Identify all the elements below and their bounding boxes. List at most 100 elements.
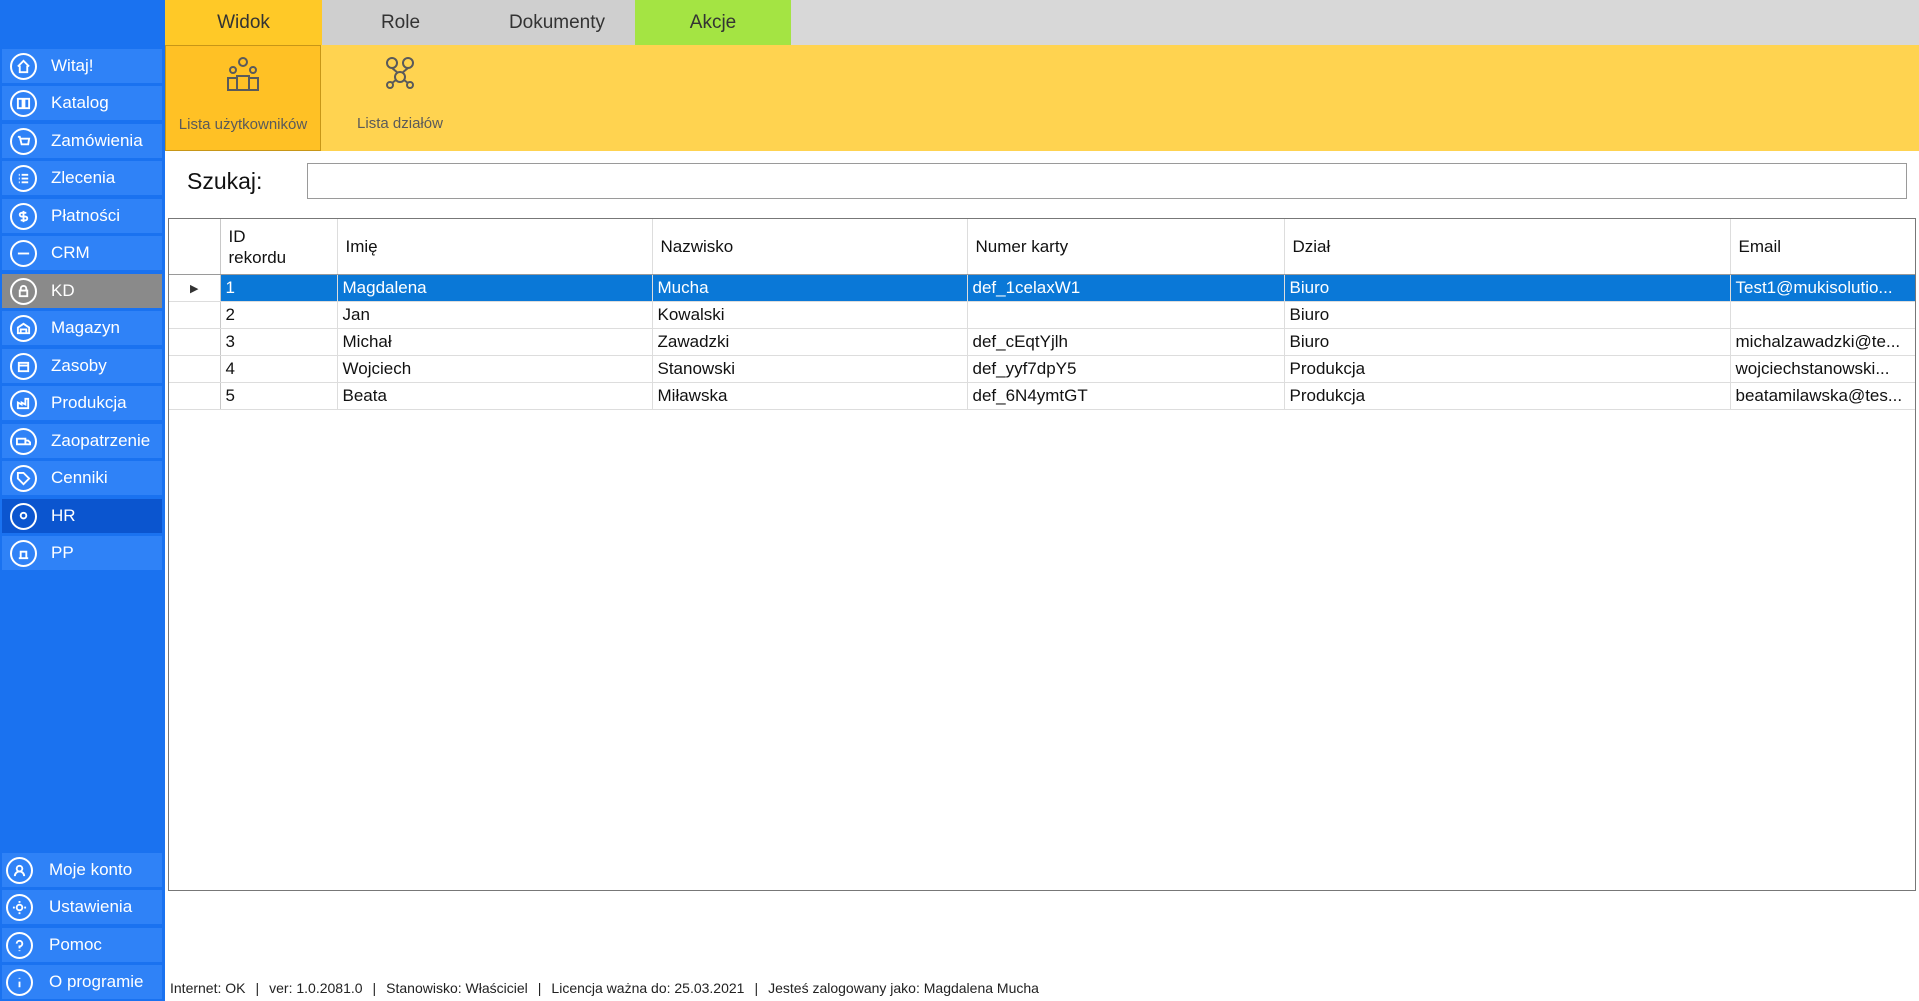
ribbon: Lista użytkowników Lista działów	[165, 45, 1919, 151]
table-row[interactable]: ▶ 1 Magdalena Mucha def_1celaxW1 Biuro T…	[169, 274, 1915, 302]
sidebar-item-label: O programie	[49, 972, 144, 991]
sidebar-item-label: Moje konto	[49, 860, 133, 879]
tab-dokumenty[interactable]: Dokumenty	[479, 0, 635, 45]
cell-id[interactable]: 4	[220, 355, 338, 383]
sidebar-item-ustawienia[interactable]: Ustawienia	[2, 890, 162, 924]
sidebar-item-cenniki[interactable]: Cenniki	[2, 461, 162, 495]
sidebar-item-zamowienia[interactable]: Zamówienia	[2, 124, 162, 158]
column-header-email[interactable]: Email	[1730, 219, 1915, 275]
sidebar-item-pp[interactable]: PP	[2, 536, 162, 570]
book-icon	[10, 89, 37, 117]
sidebar-item-pomoc[interactable]: Pomoc	[2, 928, 162, 962]
sidebar-item-label: Witaj!	[51, 56, 94, 75]
sidebar-item-moje-konto[interactable]: Moje konto	[2, 853, 162, 887]
cell-nazwisko[interactable]: Miławska	[652, 382, 968, 410]
sidebar-item-label: Produkcja	[51, 393, 127, 412]
table-row[interactable]: 3 Michał Zawadzki def_cEqtYjlh Biuro mic…	[169, 328, 1915, 356]
cell-numer-karty[interactable]: def_cEqtYjlh	[967, 328, 1285, 356]
cell-imie[interactable]: Magdalena	[337, 274, 653, 302]
user-list-button[interactable]: Lista użytkowników	[165, 45, 321, 151]
cell-email[interactable]: wojciechstanowski...	[1730, 355, 1915, 383]
cell-dzial[interactable]: Produkcja	[1284, 382, 1731, 410]
status-user: Jesteś zalogowany jako: Magdalena Mucha	[768, 980, 1039, 996]
tab-widok[interactable]: Widok	[165, 0, 322, 45]
cell-nazwisko[interactable]: Mucha	[652, 274, 968, 302]
user-badge-icon	[10, 502, 37, 530]
row-header-cell[interactable]	[169, 328, 221, 356]
sidebar-item-label: Cenniki	[51, 468, 108, 487]
column-header-dzial[interactable]: Dział	[1284, 219, 1731, 275]
table-row[interactable]: 5 Beata Miławska def_6N4ymtGT Produkcja …	[169, 382, 1915, 410]
cell-numer-karty[interactable]: def_yyf7dpY5	[967, 355, 1285, 383]
cell-imie[interactable]: Beata	[337, 382, 653, 410]
column-header-imie[interactable]: Imię	[337, 219, 653, 275]
status-licencja: Licencja ważna do: 25.03.2021	[551, 980, 745, 996]
cell-id[interactable]: 5	[220, 382, 338, 410]
cell-id[interactable]: 2	[220, 301, 338, 329]
row-header-cell[interactable]	[169, 382, 221, 410]
cell-id[interactable]: 3	[220, 328, 338, 356]
column-header-numer-karty[interactable]: Numer karty	[967, 219, 1285, 275]
cell-nazwisko[interactable]: Zawadzki	[652, 328, 968, 356]
sidebar-item-witaj[interactable]: Witaj!	[2, 49, 162, 83]
sidebar-item-kd[interactable]: KD	[2, 274, 162, 308]
cell-imie[interactable]: Michał	[337, 328, 653, 356]
cell-imie[interactable]: Wojciech	[337, 355, 653, 383]
sidebar-item-magazyn[interactable]: Magazyn	[2, 311, 162, 345]
sidebar-item-zaopatrzenie[interactable]: Zaopatrzenie	[2, 424, 162, 458]
tab-role[interactable]: Role	[322, 0, 479, 45]
sidebar-item-zasoby[interactable]: Zasoby	[2, 349, 162, 383]
sidebar-item-produkcja[interactable]: Produkcja	[2, 386, 162, 420]
cell-numer-karty[interactable]: def_1celaxW1	[967, 274, 1285, 302]
row-header-cell[interactable]	[169, 355, 221, 383]
cell-email[interactable]: Test1@mukisolutio...	[1730, 274, 1915, 302]
lock-icon	[10, 277, 37, 305]
tab-akcje[interactable]: Akcje	[635, 0, 791, 45]
row-header-cell[interactable]	[169, 301, 221, 329]
cell-dzial[interactable]: Biuro	[1284, 328, 1731, 356]
column-header-id[interactable]: ID rekordu	[220, 219, 338, 275]
sidebar-item-label: Zaopatrzenie	[51, 431, 151, 450]
cell-email[interactable]: michalzawadzki@te...	[1730, 328, 1915, 356]
warehouse-icon	[10, 314, 37, 342]
sidebar-item-platnosci[interactable]: Płatności	[2, 199, 162, 233]
search-label: Szukaj:	[187, 168, 263, 194]
cell-id[interactable]: 1	[220, 274, 338, 302]
sidebar: Witaj! Katalog Zamówienia Zlecenia Płatn…	[0, 0, 165, 1001]
cell-dzial[interactable]: Biuro	[1284, 301, 1731, 329]
cell-dzial[interactable]: Biuro	[1284, 274, 1731, 302]
sidebar-item-crm[interactable]: CRM	[2, 236, 162, 270]
sidebar-item-katalog[interactable]: Katalog	[2, 86, 162, 120]
cell-nazwisko[interactable]: Kowalski	[652, 301, 968, 329]
cell-dzial[interactable]: Produkcja	[1284, 355, 1731, 383]
cell-imie[interactable]: Jan	[337, 301, 653, 329]
department-list-label: Lista działów	[357, 115, 443, 132]
department-list-button[interactable]: Lista działów	[325, 45, 475, 151]
cell-email[interactable]: beatamilawska@tes...	[1730, 382, 1915, 410]
sidebar-item-o-programie[interactable]: O programie	[2, 965, 162, 999]
sidebar-item-zlecenia[interactable]: Zlecenia	[2, 161, 162, 195]
cell-email[interactable]	[1730, 301, 1915, 329]
table-row[interactable]: 4 Wojciech Stanowski def_yyf7dpY5 Produk…	[169, 355, 1915, 383]
cell-nazwisko[interactable]: Stanowski	[652, 355, 968, 383]
users-table: ID rekordu Imię Nazwisko Numer karty Dzia…	[168, 218, 1916, 891]
table-row[interactable]: 2 Jan Kowalski Biuro	[169, 301, 1915, 329]
sidebar-item-label: Płatności	[51, 206, 120, 225]
sidebar-item-label: Zlecenia	[51, 168, 116, 187]
pp-icon	[10, 539, 37, 567]
sidebar-item-label: KD	[51, 281, 75, 300]
status-separator: |	[372, 980, 377, 996]
sidebar-item-label: Katalog	[51, 93, 109, 112]
search-input[interactable]	[307, 163, 1907, 199]
status-bar: Internet: OK | ver: 1.0.2081.0 | Stanowisko:…	[170, 980, 1039, 996]
status-internet: Internet: OK	[170, 980, 246, 996]
column-header-nazwisko[interactable]: Nazwisko	[652, 219, 968, 275]
status-separator: |	[537, 980, 542, 996]
sidebar-item-hr[interactable]: HR	[2, 499, 162, 533]
cell-numer-karty[interactable]	[967, 301, 1285, 329]
tag-icon	[10, 464, 37, 492]
user-list-label: Lista użytkowników	[178, 116, 308, 133]
box-icon	[10, 352, 37, 380]
cell-numer-karty[interactable]: def_6N4ymtGT	[967, 382, 1285, 410]
info-icon	[6, 968, 33, 996]
